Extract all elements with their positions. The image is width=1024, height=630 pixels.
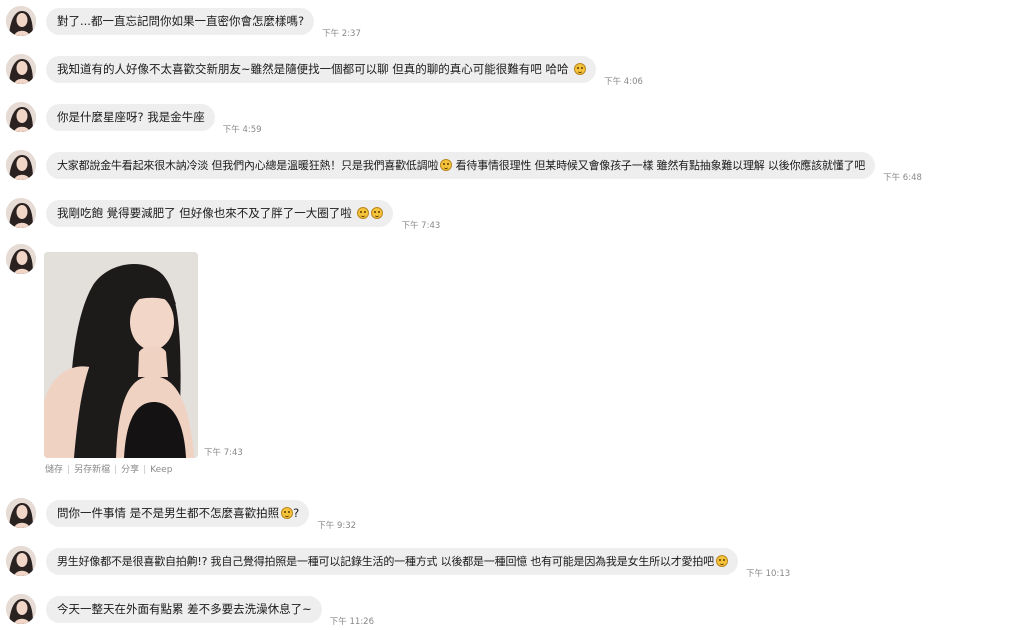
avatar[interactable]: [6, 498, 36, 528]
grinning-face-emoji-icon: [357, 207, 370, 219]
grinning-face-emoji-icon: [281, 507, 294, 519]
avatar[interactable]: [6, 244, 36, 274]
share-button[interactable]: 分享: [121, 465, 139, 475]
save-button[interactable]: 儲存: [45, 465, 63, 475]
message-text: 問你一件事情 是不是男生都不怎麼喜歡拍照: [57, 506, 280, 520]
message-time: 下午 4:06: [604, 77, 643, 87]
avatar[interactable]: [6, 198, 36, 228]
divider: |: [67, 465, 71, 475]
message-bubble[interactable]: 問你一件事情 是不是男生都不怎麼喜歡拍照?: [46, 500, 310, 527]
grinning-face-emoji-icon: [440, 159, 453, 171]
photo-actions: 儲存 | 另存新檔 | 分享 | Keep: [45, 462, 172, 475]
message-bubble[interactable]: 男生好像都不是很喜歡自拍齁!? 我自己覺得拍照是一種可以記錄生活的一種方式 以後…: [46, 548, 738, 575]
message-bubble[interactable]: 今天一整天在外面有點累 差不多要去洗澡休息了~: [46, 596, 322, 623]
message-bubble[interactable]: 大家都說金牛看起來很木訥冷淡 但我們內心總是溫暖狂熱！只是我們喜歡低調啦 看待事…: [46, 152, 876, 179]
photo-message-image[interactable]: [44, 252, 198, 458]
avatar[interactable]: [6, 54, 36, 84]
message-time: 下午 2:37: [322, 29, 361, 39]
message-time: 下午 7:43: [401, 221, 441, 231]
message-text: 你是什麼星座呀? 我是金牛座: [57, 110, 205, 124]
chat-message-list: 對了...都一直忘記問你如果一直密你會怎麼樣嗎? 下午 2:37 我知道有的人好像…: [0, 0, 1024, 630]
message-bubble[interactable]: 對了...都一直忘記問你如果一直密你會怎麼樣嗎?: [46, 8, 315, 35]
message-text-continued: ?: [293, 506, 300, 520]
grinning-face-emoji-icon: [371, 207, 384, 219]
message-text: 我剛吃飽 覺得要減肥了 但好像也來不及了胖了一大圈了啦: [57, 206, 356, 220]
message-text-continued: 看待事情很理性 但某時候又會像孩子一樣 雖然有點抽象難以理解 以後你應該就懂了吧: [452, 159, 866, 172]
message-time: 下午 10:13: [745, 569, 791, 579]
message-bubble[interactable]: 我知道有的人好像不太喜歡交新朋友~雖然是隨便找一個都可以聊 但真的聊的真心可能很…: [46, 56, 597, 83]
grinning-face-emoji-icon: [574, 63, 587, 75]
divider: |: [114, 465, 118, 475]
avatar[interactable]: [6, 150, 36, 180]
message-text: 男生好像都不是很喜歡自拍齁!? 我自己覺得拍照是一種可以記錄生活的一種方式 以後…: [57, 555, 714, 568]
message-time: 下午 7:43: [204, 448, 243, 458]
message-text: 大家都說金牛看起來很木訥冷淡 但我們內心總是溫暖狂熱！只是我們喜歡低調啦: [57, 159, 439, 172]
message-text: 我知道有的人好像不太喜歡交新朋友~雖然是隨便找一個都可以聊 但真的聊的真心可能很…: [57, 62, 569, 76]
avatar[interactable]: [6, 546, 36, 576]
message-bubble[interactable]: 我剛吃飽 覺得要減肥了 但好像也來不及了胖了一大圈了啦: [46, 200, 394, 227]
avatar[interactable]: [6, 594, 36, 624]
divider: |: [143, 465, 147, 475]
save-as-button[interactable]: 另存新檔: [74, 465, 110, 475]
message-time: 下午 4:59: [222, 125, 262, 135]
avatar[interactable]: [6, 102, 36, 132]
avatar[interactable]: [6, 6, 36, 36]
keep-button[interactable]: Keep: [150, 465, 172, 475]
message-text: 對了...都一直忘記問你如果一直密你會怎麼樣嗎?: [57, 14, 305, 28]
message-text: 今天一整天在外面有點累 差不多要去洗澡休息了~: [57, 602, 312, 616]
message-time: 下午 9:32: [317, 521, 357, 531]
message-bubble[interactable]: 你是什麼星座呀? 我是金牛座: [46, 104, 215, 131]
message-time: 下午 6:48: [883, 173, 922, 183]
grinning-face-emoji-icon: [715, 555, 728, 567]
message-time: 下午 11:26: [329, 617, 374, 627]
